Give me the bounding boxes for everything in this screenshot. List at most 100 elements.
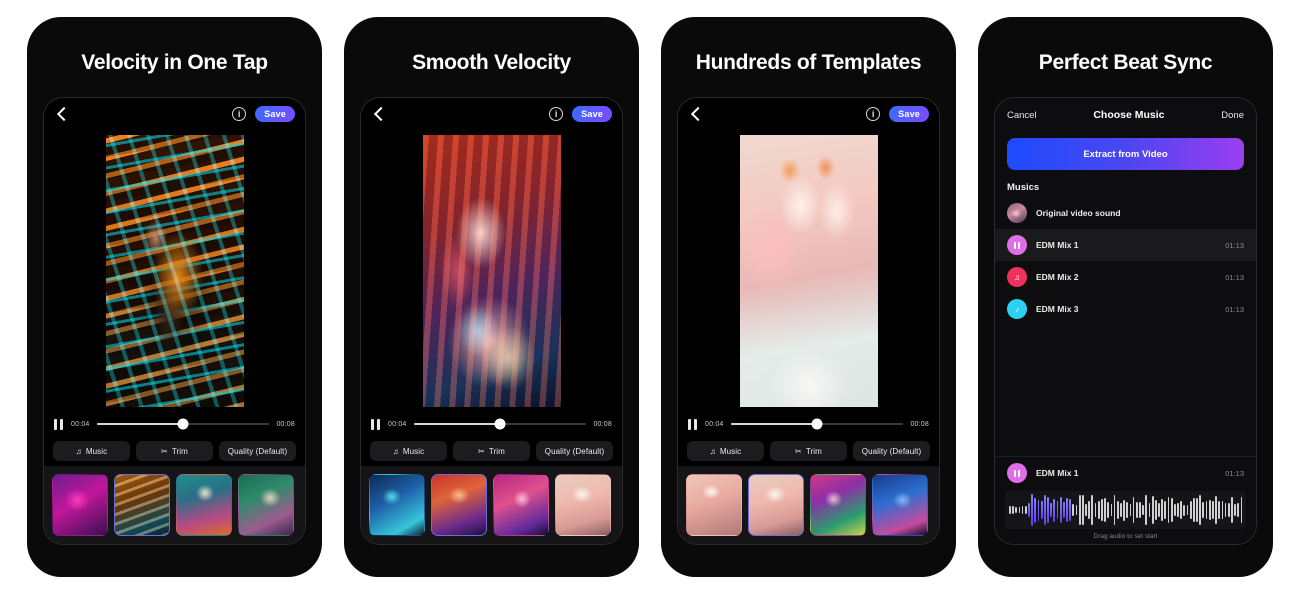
trim-button[interactable]: ✂ Trim xyxy=(136,441,213,461)
slider-knob[interactable] xyxy=(494,418,506,430)
pause-icon[interactable] xyxy=(54,418,64,430)
template-thumb[interactable] xyxy=(369,474,425,536)
extract-from-video-button[interactable]: Extract from Video xyxy=(1007,138,1244,170)
music-button-label: Music xyxy=(719,446,742,456)
waveform-bar xyxy=(1164,501,1167,519)
slider-knob[interactable] xyxy=(177,418,189,430)
template-thumb-selected[interactable] xyxy=(114,474,170,536)
music-note-icon: ♫ xyxy=(75,446,82,456)
quality-button[interactable]: Quality (Default) xyxy=(536,441,613,461)
music-list-item[interactable]: Original video sound xyxy=(995,197,1256,229)
save-button[interactable]: Save xyxy=(889,106,929,122)
app-screen-4: Cancel Choose Music Done Extract from Vi… xyxy=(994,97,1257,545)
music-list-item-active[interactable]: EDM Mix 1 01:13 xyxy=(995,229,1256,261)
video-frame[interactable] xyxy=(105,135,244,407)
waveform-bar xyxy=(1154,500,1157,520)
waveform-bar xyxy=(1240,497,1243,523)
back-icon[interactable] xyxy=(54,106,70,122)
save-button[interactable]: Save xyxy=(572,106,612,122)
pause-icon[interactable] xyxy=(1007,463,1027,483)
music-note-icon[interactable]: ♫ xyxy=(1007,267,1027,287)
waveform-bar xyxy=(1072,503,1075,517)
progress-slider[interactable] xyxy=(413,418,587,430)
template-thumb[interactable] xyxy=(493,474,549,536)
back-icon[interactable] xyxy=(688,106,704,122)
info-circle-icon[interactable]: i xyxy=(549,107,564,121)
slider-knob[interactable] xyxy=(811,418,823,430)
progress-fill xyxy=(730,423,817,425)
music-button[interactable]: ♫ Music xyxy=(687,441,764,461)
template-thumb-selected[interactable] xyxy=(748,474,804,536)
trim-button[interactable]: ✂ Trim xyxy=(453,441,530,461)
music-note-icon: ♫ xyxy=(709,446,716,456)
quality-button[interactable]: Quality (Default) xyxy=(853,441,930,461)
waveform-bar xyxy=(1129,503,1132,517)
done-button[interactable]: Done xyxy=(1221,110,1244,121)
pause-icon[interactable] xyxy=(1007,235,1027,255)
waveform-bar xyxy=(1047,496,1049,524)
waveform-bar xyxy=(1142,504,1144,516)
waveform-bar xyxy=(1234,504,1236,516)
waveform-bar xyxy=(1132,497,1135,523)
waveform-bar xyxy=(1018,506,1021,514)
selected-track-row[interactable]: EDM Mix 1 01:13 xyxy=(995,457,1256,489)
waveform-bar xyxy=(1050,503,1053,517)
video-preview-area[interactable] xyxy=(361,130,622,412)
waveform-bar xyxy=(1215,496,1217,524)
music-button[interactable]: ♫ Music xyxy=(370,441,447,461)
waveform-bar xyxy=(1161,498,1164,522)
waveform-bar xyxy=(1183,504,1186,516)
quality-button-label: Quality (Default) xyxy=(544,446,605,456)
back-icon[interactable] xyxy=(371,106,387,122)
template-thumb[interactable] xyxy=(238,474,294,536)
waveform-bar xyxy=(1167,497,1170,523)
waveform-bar xyxy=(1031,494,1033,526)
waveform-bar xyxy=(1212,500,1214,520)
quality-button[interactable]: Quality (Default) xyxy=(219,441,296,461)
app-screen-1: i Save 00:04 00:08 ♫ Music ✂ Trim Qualit… xyxy=(43,97,306,545)
video-frame[interactable] xyxy=(422,135,561,407)
phone-title-2: Smooth Velocity xyxy=(412,51,571,74)
progress-slider[interactable] xyxy=(96,418,270,430)
phone-mockup-2: Smooth Velocity i Save 00:04 00:08 ♫ Mus… xyxy=(344,17,639,577)
waveform-bar xyxy=(1024,506,1027,514)
waveform-bar xyxy=(1094,503,1097,517)
cancel-button[interactable]: Cancel xyxy=(1007,110,1037,121)
template-thumb[interactable] xyxy=(52,474,108,536)
music-note-icon[interactable]: ♪ xyxy=(1007,299,1027,319)
template-strip[interactable] xyxy=(361,466,622,544)
quality-button-label: Quality (Default) xyxy=(861,446,922,456)
template-thumb-selected[interactable] xyxy=(431,474,487,536)
phone-mockup-4: Perfect Beat Sync Cancel Choose Music Do… xyxy=(978,17,1273,577)
template-strip[interactable] xyxy=(678,466,939,544)
scissors-icon: ✂ xyxy=(161,446,168,456)
music-list-item[interactable]: ♪ EDM Mix 3 01:13 xyxy=(995,293,1256,325)
trim-button[interactable]: ✂ Trim xyxy=(770,441,847,461)
template-thumb[interactable] xyxy=(176,474,232,536)
template-strip[interactable] xyxy=(44,466,305,544)
waveform-bar xyxy=(1227,502,1230,518)
waveform-bar xyxy=(1208,500,1211,520)
info-circle-icon[interactable]: i xyxy=(232,107,247,121)
template-thumb[interactable] xyxy=(872,474,928,536)
video-preview-area[interactable] xyxy=(44,130,305,412)
template-thumb[interactable] xyxy=(555,474,611,536)
waveform-bar xyxy=(1081,494,1084,526)
pause-icon[interactable] xyxy=(371,418,381,430)
waveform-bar xyxy=(1170,498,1173,522)
music-button[interactable]: ♫ Music xyxy=(53,441,130,461)
music-panel-title: Choose Music xyxy=(1093,109,1165,121)
video-preview-area[interactable] xyxy=(678,130,939,412)
info-circle-icon[interactable]: i xyxy=(866,107,881,121)
save-button[interactable]: Save xyxy=(255,106,295,122)
video-frame[interactable] xyxy=(739,135,878,407)
trim-button-label: Trim xyxy=(488,446,505,456)
template-thumb[interactable] xyxy=(810,474,866,536)
current-time-label: 00:04 xyxy=(388,420,407,428)
progress-slider[interactable] xyxy=(730,418,904,430)
audio-waveform[interactable] xyxy=(1005,491,1246,529)
template-thumb[interactable] xyxy=(686,474,742,536)
pause-icon[interactable] xyxy=(688,418,698,430)
album-thumbnail-icon xyxy=(1007,203,1027,223)
music-list-item[interactable]: ♫ EDM Mix 2 01:13 xyxy=(995,261,1256,293)
